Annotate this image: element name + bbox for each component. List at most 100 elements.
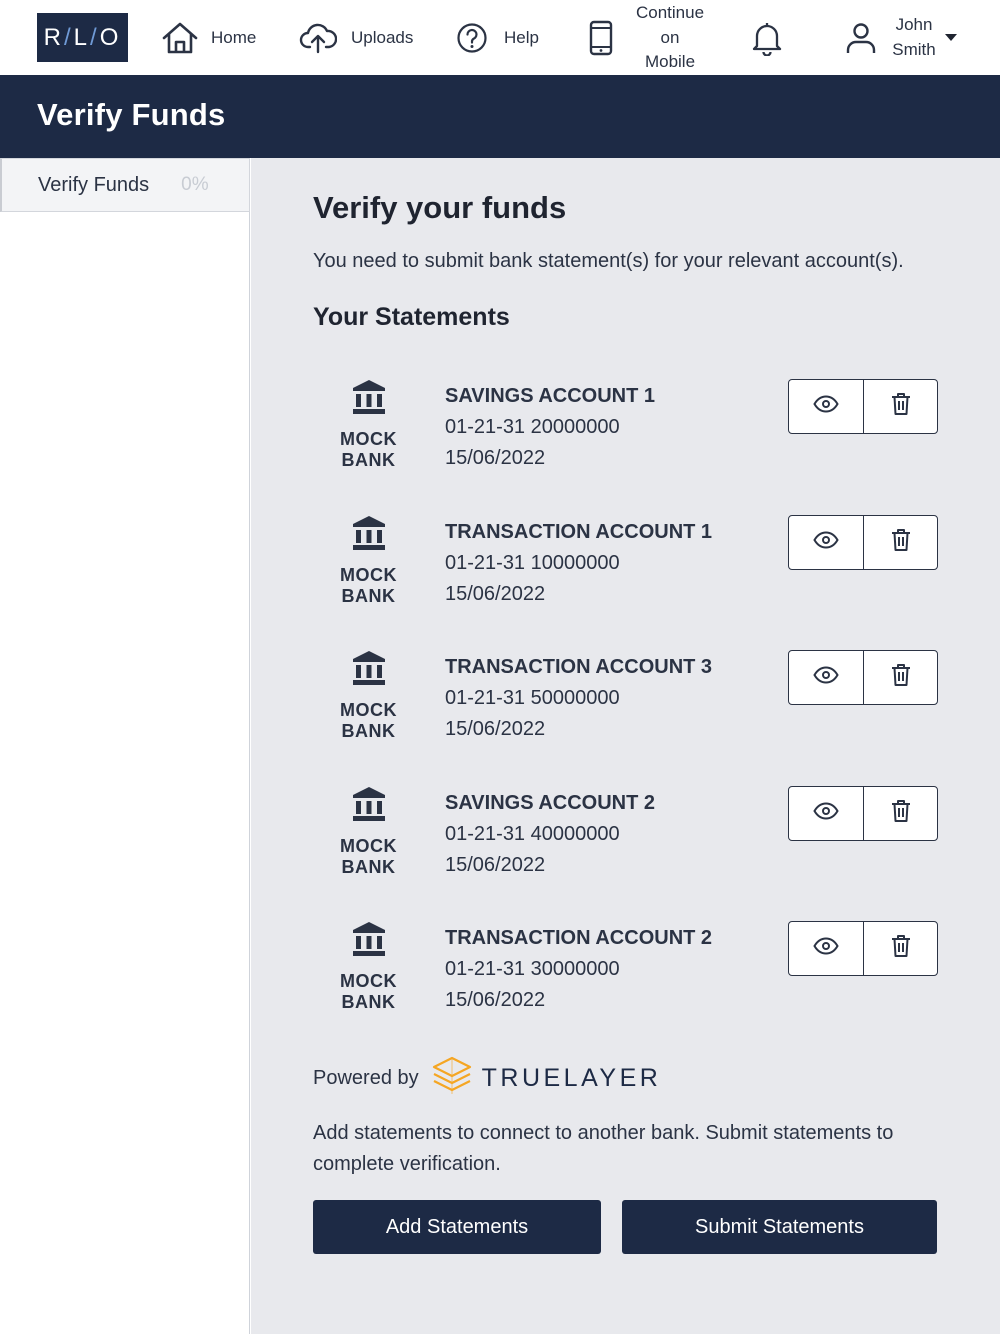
statement-row: MOCK BANK SAVINGS ACCOUNT 2 01-21-31 400… <box>311 786 951 906</box>
sidebar-item-progress: 0% <box>181 174 209 195</box>
nav-mobile-label: Continue on Mobile <box>635 3 705 71</box>
statement-actions <box>788 650 938 705</box>
nav-user-menu[interactable]: John Smith <box>845 0 957 75</box>
bank-icon <box>311 515 426 551</box>
account-name: SAVINGS ACCOUNT 2 <box>445 792 656 814</box>
submit-statements-button[interactable]: Submit Statements <box>622 1200 937 1254</box>
nav-notifications[interactable] <box>751 0 783 75</box>
account-number: 01-21-31 30000000 <box>445 958 620 980</box>
bank-name: MOCK BANK <box>340 971 397 1012</box>
nav-continue-on-mobile[interactable]: Continue on Mobile <box>588 0 704 75</box>
page-title: Verify Funds <box>37 97 226 132</box>
help-icon <box>456 22 488 54</box>
logo-letter-o: O <box>99 23 122 51</box>
statement-row: MOCK BANK TRANSACTION ACCOUNT 2 01-21-31… <box>311 921 951 1041</box>
statements-heading: Your Statements <box>313 303 510 331</box>
bank-icon <box>311 786 426 822</box>
view-statement-button[interactable] <box>789 516 863 569</box>
delete-statement-button[interactable] <box>863 380 937 433</box>
logo-letter-r: R <box>43 23 64 51</box>
top-nav: R / L / O Home Uploads Help Continue on Mobi… <box>0 0 1000 75</box>
bank-block: MOCK BANK <box>311 379 426 471</box>
account-number: 01-21-31 40000000 <box>445 823 620 845</box>
view-statement-button[interactable] <box>789 651 863 704</box>
bank-name: MOCK BANK <box>340 700 397 741</box>
mobile-phone-icon <box>588 20 614 56</box>
nav-help-label: Help <box>504 27 539 47</box>
statement-row: MOCK BANK SAVINGS ACCOUNT 1 01-21-31 200… <box>311 379 951 499</box>
statement-date: 15/06/2022 <box>445 447 546 469</box>
trash-icon <box>891 799 911 828</box>
account-name: SAVINGS ACCOUNT 1 <box>445 385 656 407</box>
eye-icon <box>813 531 839 554</box>
view-statement-button[interactable] <box>789 380 863 433</box>
statement-date: 15/06/2022 <box>445 989 546 1011</box>
statement-actions <box>788 515 938 570</box>
view-statement-button[interactable] <box>789 922 863 975</box>
account-details: TRANSACTION ACCOUNT 3 01-21-31 50000000 … <box>445 652 712 745</box>
user-icon <box>845 21 877 55</box>
statement-date: 15/06/2022 <box>445 718 546 740</box>
account-details: SAVINGS ACCOUNT 1 01-21-31 20000000 15/0… <box>445 381 655 474</box>
sidebar-item-label: Verify Funds <box>38 173 150 196</box>
account-details: SAVINGS ACCOUNT 2 01-21-31 40000000 15/0… <box>445 788 655 881</box>
account-name: TRANSACTION ACCOUNT 2 <box>445 927 713 949</box>
bank-block: MOCK BANK <box>311 786 426 878</box>
nav-home-label: Home <box>211 27 257 47</box>
trash-icon <box>891 934 911 963</box>
eye-icon <box>813 937 839 960</box>
truelayer-logo-icon <box>419 1056 472 1101</box>
nav-user-name: John Smith <box>892 15 936 59</box>
bank-name: MOCK BANK <box>340 565 397 606</box>
account-name: TRANSACTION ACCOUNT 3 <box>445 656 713 678</box>
delete-statement-button[interactable] <box>863 922 937 975</box>
trash-icon <box>891 663 911 692</box>
delete-statement-button[interactable] <box>863 651 937 704</box>
nav-home[interactable]: Home <box>161 0 256 75</box>
nav-uploads[interactable]: Uploads <box>299 0 413 75</box>
bank-icon <box>311 379 426 415</box>
statement-actions <box>788 379 938 434</box>
bell-icon <box>751 20 783 56</box>
nav-help[interactable]: Help <box>456 0 539 75</box>
statement-actions <box>788 921 938 976</box>
trash-icon <box>891 392 911 421</box>
bank-name: MOCK BANK <box>340 429 397 470</box>
bank-block: MOCK BANK <box>311 515 426 607</box>
logo-letter-l: L <box>73 23 91 51</box>
bank-name: MOCK BANK <box>340 836 397 877</box>
account-details: TRANSACTION ACCOUNT 2 01-21-31 30000000 … <box>445 923 712 1016</box>
account-name: TRANSACTION ACCOUNT 1 <box>445 521 713 543</box>
chevron-down-icon[interactable] <box>945 34 957 41</box>
account-details: TRANSACTION ACCOUNT 1 01-21-31 10000000 … <box>445 517 712 610</box>
intro-text: You need to submit bank statement(s) for… <box>313 250 904 272</box>
view-statement-button[interactable] <box>789 787 863 840</box>
sidebar-item-verify-funds[interactable]: Verify Funds 0% <box>0 158 250 212</box>
bank-icon <box>311 650 426 686</box>
bank-block: MOCK BANK <box>311 921 426 1013</box>
statement-row: MOCK BANK TRANSACTION ACCOUNT 3 01-21-31… <box>311 650 951 770</box>
logo-separator: / <box>63 23 74 51</box>
logo-separator: / <box>90 23 100 51</box>
instructions-text: Add statements to connect to another ban… <box>313 1122 894 1175</box>
truelayer-wordmark: TRUELAYER <box>481 1064 662 1092</box>
nav-uploads-label: Uploads <box>351 27 414 47</box>
statement-date: 15/06/2022 <box>445 854 546 876</box>
page-header: Verify Funds <box>0 75 1000 158</box>
rlio-logo[interactable]: R / L / O <box>37 13 128 62</box>
bank-icon <box>311 921 426 957</box>
delete-statement-button[interactable] <box>863 787 937 840</box>
upload-cloud-icon <box>299 22 337 54</box>
powered-by-label: Powered by <box>313 1067 419 1089</box>
delete-statement-button[interactable] <box>863 516 937 569</box>
statement-actions <box>788 786 938 841</box>
bank-block: MOCK BANK <box>311 650 426 742</box>
section-title: Verify your funds <box>313 190 567 225</box>
add-statements-button[interactable]: Add Statements <box>313 1200 601 1254</box>
powered-by: Powered by TRUELAYER <box>313 1056 661 1101</box>
eye-icon <box>813 666 839 689</box>
eye-icon <box>813 802 839 825</box>
statement-row: MOCK BANK TRANSACTION ACCOUNT 1 01-21-31… <box>311 515 951 635</box>
home-icon <box>161 21 199 55</box>
trash-icon <box>891 528 911 557</box>
